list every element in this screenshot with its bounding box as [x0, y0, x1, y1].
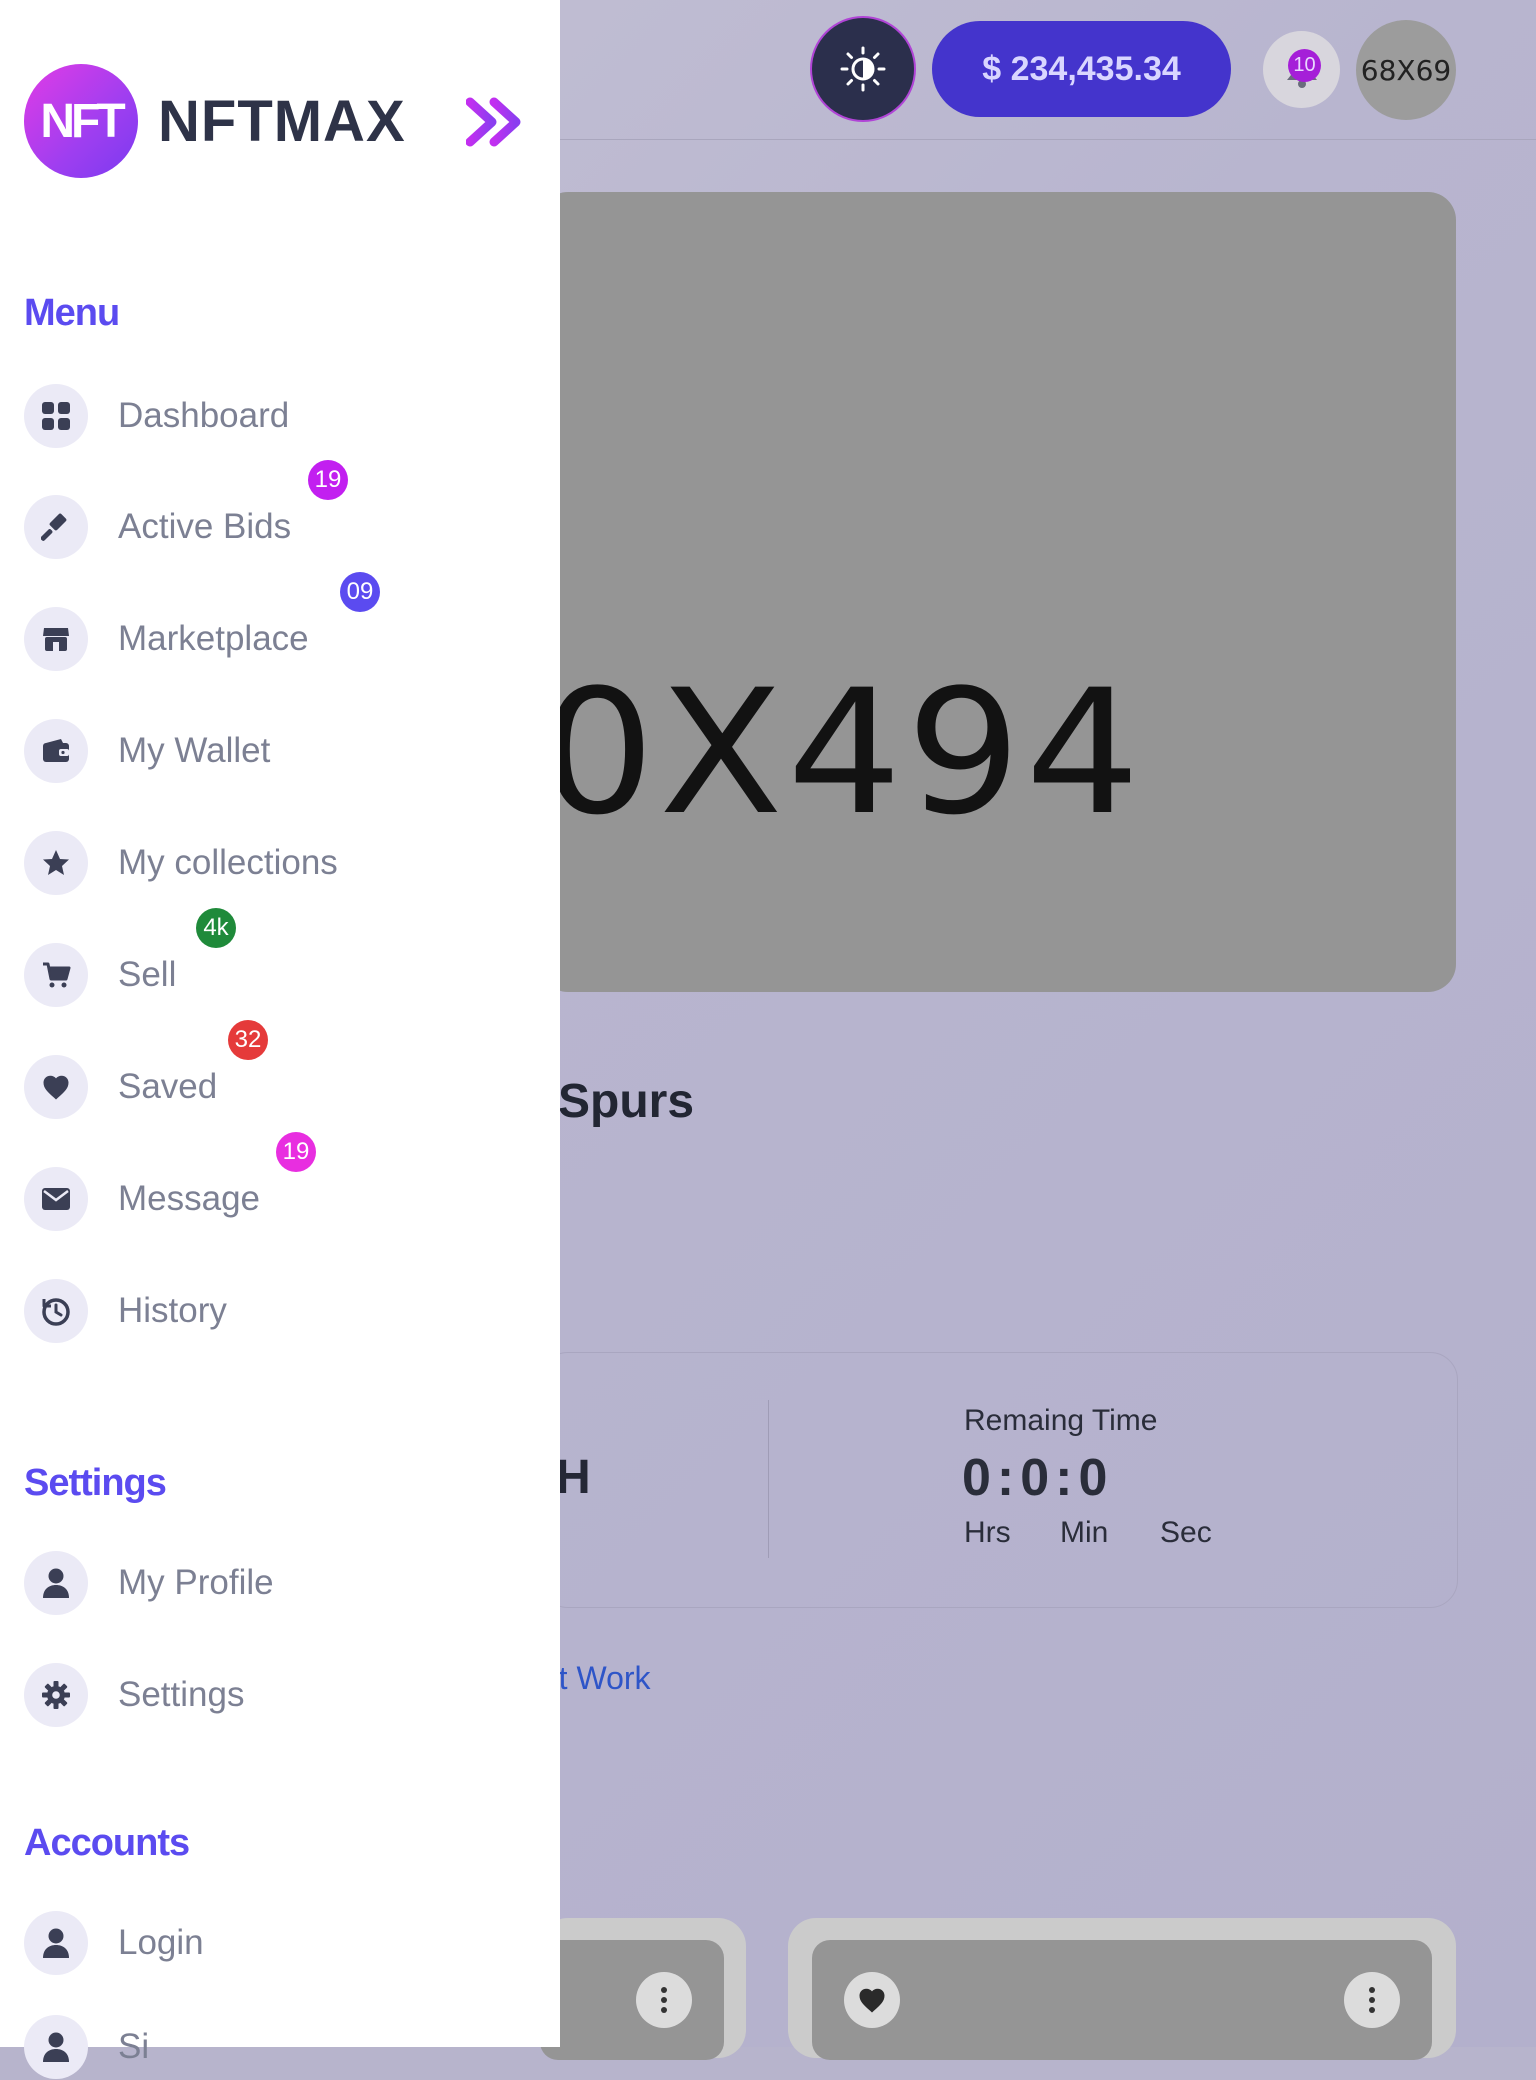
nft-title: Spurs: [558, 1075, 695, 1128]
sidebar-item-active-bids[interactable]: Active Bids 19: [24, 460, 348, 560]
double-chevron-right-icon: [465, 97, 521, 147]
remaining-time-units: Hrs Min Sec: [964, 1516, 1212, 1550]
wallet-icon: [43, 739, 69, 762]
gavel-icon: [41, 513, 67, 541]
marketplace-count-badge: 09: [340, 572, 380, 612]
sidebar-collapse-button[interactable]: [465, 96, 526, 148]
sidebar-item-message[interactable]: Message 19: [24, 1132, 316, 1232]
sidebar-item-sell-icon-wrap: [24, 943, 88, 1007]
header-divider: [560, 139, 1536, 140]
sidebar-item-my-collections[interactable]: My collections: [24, 830, 338, 896]
wallet-balance-button[interactable]: $ 234,435.34: [932, 21, 1231, 117]
sidebar-item-my-wallet[interactable]: My Wallet: [24, 718, 270, 784]
section-title-settings: Settings: [24, 1462, 167, 1504]
nft-card-image: [540, 1940, 724, 2060]
bid-value: H: [556, 1451, 591, 1504]
remaining-time-label: Remaing Time: [964, 1404, 1158, 1437]
gear-icon: [42, 1681, 70, 1709]
minutes-unit: Min: [1060, 1516, 1109, 1549]
sidebar-item-message-icon-wrap: [24, 1167, 88, 1231]
sidebar-item-label: Settings: [118, 1675, 245, 1714]
sun-half-icon: [840, 46, 886, 92]
sidebar-item-saved[interactable]: Saved 32: [24, 1020, 268, 1120]
card-options-button[interactable]: [636, 1972, 692, 2028]
card-options-button[interactable]: [1344, 1972, 1400, 2028]
sidebar-item-label: History: [118, 1291, 227, 1330]
brand[interactable]: NFT NFTMAX: [24, 64, 406, 178]
artwork-link[interactable]: rt Work: [548, 1660, 651, 1697]
message-count-badge: 19: [276, 1132, 316, 1172]
sidebar-item-marketplace-icon-wrap: [24, 607, 88, 671]
heart-icon: [859, 1988, 885, 2013]
sidebar-item-history[interactable]: History: [24, 1278, 227, 1344]
sidebar-item-login-icon-wrap: [24, 1911, 88, 1975]
seconds-unit: Sec: [1160, 1516, 1212, 1549]
sell-count-badge: 4k: [196, 908, 236, 948]
hero-image-placeholder-text: 0X494: [540, 652, 1145, 853]
more-vertical-icon: [1369, 1987, 1375, 2013]
sidebar-item-label: Message: [118, 1179, 261, 1218]
wallet-balance: $ 234,435.34: [982, 49, 1181, 88]
sidebar-item-label: Marketplace: [118, 619, 309, 658]
hero-image: 0X494: [540, 192, 1456, 992]
user-icon: [43, 2032, 69, 2062]
sidebar: NFT NFTMAX Menu Dashboard Active Bids 19…: [0, 0, 560, 2079]
sidebar-item-label: Si: [118, 2027, 150, 2066]
sidebar-item-label: Dashboard: [118, 396, 290, 435]
cart-icon: [43, 962, 71, 988]
card-like-button[interactable]: [844, 1972, 900, 2028]
section-title-menu: Menu: [24, 292, 120, 334]
remaining-time-value: 0:0:0: [962, 1449, 1114, 1507]
more-vertical-icon: [661, 1987, 667, 2013]
dashboard-icon: [42, 402, 70, 430]
sidebar-item-label: Active Bids: [118, 507, 292, 546]
brand-logo: NFT: [24, 64, 138, 178]
section-title-accounts: Accounts: [24, 1822, 190, 1864]
sidebar-item-history-icon-wrap: [24, 1279, 88, 1343]
saved-count-badge: 32: [228, 1020, 268, 1060]
sidebar-item-sell[interactable]: Sell 4k: [24, 908, 236, 1008]
hours-unit: Hrs: [964, 1516, 1011, 1549]
envelope-icon: [42, 1188, 70, 1210]
sidebar-item-saved-icon-wrap: [24, 1055, 88, 1119]
notifications-count-badge: 10: [1288, 49, 1321, 82]
user-icon: [43, 1568, 69, 1598]
sidebar-item-label: Login: [118, 1923, 204, 1962]
sidebar-item-settings-icon-wrap: [24, 1663, 88, 1727]
bid-card-divider: [768, 1400, 769, 1558]
sidebar-item-dashboard-icon-wrap: [24, 384, 88, 448]
sidebar-item-signup-icon-wrap: [24, 2015, 88, 2079]
sidebar-item-my-profile-icon-wrap: [24, 1551, 88, 1615]
sidebar-item-active-bids-icon-wrap: [24, 495, 88, 559]
star-icon: [43, 850, 69, 875]
user-icon: [43, 1928, 69, 1958]
sidebar-item-my-wallet-icon-wrap: [24, 719, 88, 783]
sidebar-item-label: My collections: [118, 843, 338, 882]
theme-toggle-button[interactable]: [812, 18, 914, 120]
sidebar-item-label: Sell: [118, 955, 177, 994]
brand-name: NFTMAX: [158, 88, 406, 154]
sidebar-item-dashboard[interactable]: Dashboard: [24, 383, 289, 449]
sidebar-item-my-profile[interactable]: My Profile: [24, 1550, 274, 1616]
heart-icon: [43, 1075, 69, 1100]
sidebar-item-login[interactable]: Login: [24, 1910, 204, 1976]
active-bids-count-badge: 19: [308, 460, 348, 500]
user-avatar[interactable]: 68X69: [1356, 20, 1456, 120]
sidebar-item-settings[interactable]: Settings: [24, 1662, 244, 1728]
sidebar-item-label: My Profile: [118, 1563, 274, 1602]
sidebar-item-label: Saved: [118, 1067, 218, 1106]
sidebar-item-label: My Wallet: [118, 731, 271, 770]
nft-card-image: [812, 1940, 1432, 2060]
sidebar-item-signup[interactable]: Si: [24, 2014, 149, 2080]
sidebar-item-marketplace[interactable]: Marketplace 09: [24, 572, 380, 672]
sidebar-item-my-collections-icon-wrap: [24, 831, 88, 895]
store-icon: [43, 628, 69, 651]
history-icon: [42, 1298, 70, 1326]
